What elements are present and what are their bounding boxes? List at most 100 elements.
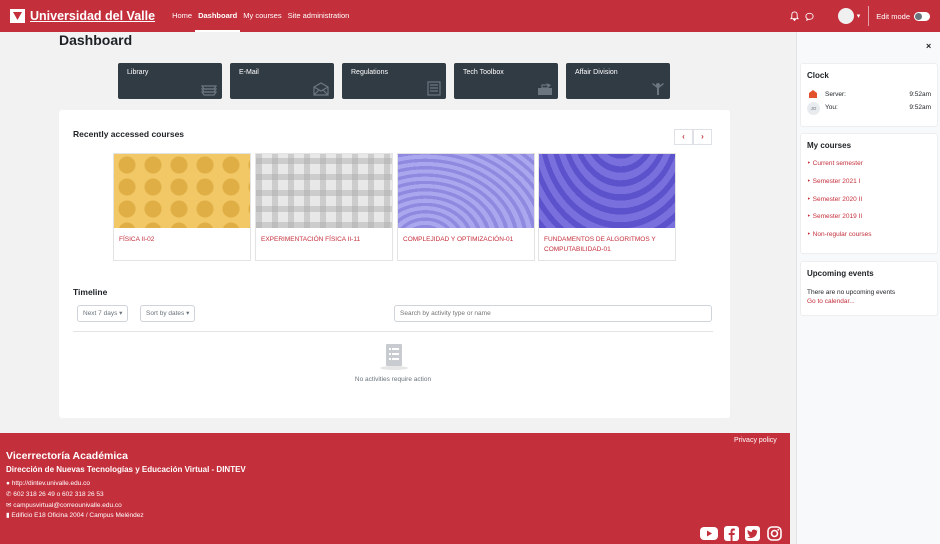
upcoming-events-empty-text: There are no upcoming events — [807, 289, 896, 296]
user-initials-avatar: JO — [807, 102, 820, 115]
tile-label: Affair Division — [575, 69, 618, 76]
globe-icon: ● — [6, 480, 10, 487]
instagram-icon[interactable] — [767, 526, 782, 541]
footer-org-title: Vicerrectoría Académica — [6, 450, 128, 462]
brand-name[interactable]: Universidad del Valle — [30, 9, 155, 23]
recent-courses-title: Recently accessed courses — [73, 129, 185, 139]
go-to-calendar-link[interactable]: Go to calendar... — [807, 298, 855, 305]
youtube-icon[interactable] — [700, 526, 718, 541]
my-courses-item-label[interactable]: Semester 2019 II — [813, 213, 863, 220]
my-courses-block: My courses ‣ Current semester ‣ Semester… — [800, 133, 938, 254]
facebook-icon[interactable] — [724, 526, 739, 541]
empty-activities-icon — [380, 344, 408, 370]
edit-mode-toggle[interactable] — [914, 11, 930, 21]
clock-server-row: Server: 9:52am — [807, 89, 933, 101]
course-card[interactable]: FUNDAMENTOS DE ALGORITMOS Y COMPUTABILID… — [538, 153, 676, 261]
dropdown-value: Next 7 days — [83, 310, 118, 317]
edit-mode-label: Edit mode — [876, 11, 910, 21]
course-name-link[interactable]: EXPERIMENTACIÓN FÍSICA II-11 — [256, 228, 392, 245]
course-name-link[interactable]: FÍSICA II-02 — [114, 228, 250, 245]
nav-site-administration[interactable]: Site administration — [285, 0, 353, 32]
upcoming-events-title: Upcoming events — [807, 269, 874, 278]
user-menu-chevron-down-icon[interactable]: ▾ — [857, 12, 861, 20]
footer-phones: 602 318 26 49 o 602 318 26 53 — [13, 491, 104, 498]
server-label: Server: — [825, 91, 846, 98]
messages-chat-icon[interactable] — [805, 12, 814, 21]
person-arms-raised-icon — [652, 83, 664, 95]
my-courses-title: My courses — [807, 141, 852, 150]
timeline-range-dropdown[interactable]: Next 7 days ▾ — [77, 305, 129, 322]
nav-my-courses[interactable]: My courses — [240, 0, 284, 32]
course-card[interactable]: EXPERIMENTACIÓN FÍSICA II-11 — [255, 153, 393, 261]
footer-phone-row: ✆ 602 318 26 49 o 602 318 26 53 — [6, 490, 104, 498]
navbar-divider — [868, 6, 870, 26]
brand-link[interactable]: Universidad del Valle — [10, 9, 155, 23]
course-name-link[interactable]: FUNDAMENTOS DE ALGORITMOS Y COMPUTABILID… — [539, 228, 675, 255]
my-courses-item[interactable]: ‣ Non-regular courses — [807, 230, 872, 238]
tile-library[interactable]: Library — [118, 63, 222, 99]
timeline-title: Timeline — [73, 287, 108, 297]
server-time: 9:52am — [909, 91, 931, 98]
footer-address-row: ▮ Edificio E18 Oficina 2004 / Campus Mel… — [6, 511, 144, 519]
upcoming-events-block: Upcoming events There are no upcoming ev… — [800, 261, 938, 316]
tile-tech-toolbox[interactable]: Tech Toolbox — [454, 63, 558, 99]
recent-courses-prev-button[interactable]: ‹ — [674, 129, 693, 145]
my-courses-item-label[interactable]: Current semester — [813, 160, 863, 167]
envelope-icon: ✉ — [6, 502, 12, 509]
twitter-icon[interactable] — [745, 526, 760, 541]
course-image[interactable] — [398, 154, 534, 228]
my-courses-item[interactable]: ‣ Semester 2020 II — [807, 195, 862, 203]
building-icon: ▮ — [6, 512, 10, 519]
tile-regulations[interactable]: Regulations — [342, 63, 446, 99]
books-icon — [201, 85, 217, 96]
clock-user-row: JO You: 9:52am — [807, 102, 933, 115]
envelope-icon — [313, 82, 329, 96]
recent-courses-next-button[interactable]: › — [693, 129, 712, 145]
footer-email-row: ✉ campusvirtual@correounivalle.edu.co — [6, 501, 122, 509]
course-image[interactable] — [114, 154, 250, 228]
clock-block: Clock Server: 9:52am JO You: 9:52am — [800, 63, 938, 127]
my-courses-item-label[interactable]: Semester 2020 II — [813, 196, 863, 203]
course-card[interactable]: COMPLEJIDAD Y OPTIMIZACIÓN-01 — [397, 153, 535, 261]
nav-dashboard[interactable]: Dashboard — [195, 0, 241, 32]
nav-home[interactable]: Home — [169, 0, 195, 32]
my-courses-item[interactable]: ‣ Semester 2019 II — [807, 212, 862, 220]
course-card[interactable]: FÍSICA II-02 — [113, 153, 251, 261]
tile-affair-division[interactable]: Affair Division — [566, 63, 670, 99]
you-label: You: — [825, 104, 838, 111]
footer-org-subtitle: Dirección de Nuevas Tecnologías y Educac… — [6, 465, 246, 474]
footer-website-link[interactable]: http://dintev.univalle.edu.co — [12, 480, 90, 487]
course-image[interactable] — [256, 154, 392, 228]
my-courses-item-label[interactable]: Semester 2021 I — [813, 178, 861, 185]
timeline-divider — [73, 331, 713, 332]
course-name-link[interactable]: COMPLEJIDAD Y OPTIMIZACIÓN-01 — [398, 228, 534, 245]
footer-website-row: ● http://dintev.univalle.edu.co — [6, 480, 90, 487]
close-drawer-icon[interactable]: × — [926, 41, 931, 51]
my-courses-item[interactable]: ‣ Semester 2021 I — [807, 177, 860, 185]
timeline-empty-text: No activities require action — [354, 376, 432, 383]
phone-icon: ✆ — [6, 491, 12, 498]
timeline-sort-dropdown[interactable]: Sort by dates ▾ — [140, 305, 196, 322]
user-avatar[interactable] — [837, 8, 854, 24]
list-document-icon — [427, 81, 441, 96]
privacy-policy-link[interactable]: Privacy policy — [734, 437, 777, 444]
tile-label: Library — [127, 69, 149, 76]
tile-email[interactable]: E-Mail — [230, 63, 334, 99]
my-courses-item-label[interactable]: Non-regular courses — [813, 231, 872, 238]
course-image[interactable] — [539, 154, 675, 228]
tile-label: E-Mail — [239, 69, 259, 76]
timeline-search-input[interactable] — [394, 305, 712, 322]
univalle-logo-icon — [10, 9, 25, 23]
footer-address: Edificio E18 Oficina 2004 / Campus Melén… — [11, 512, 144, 519]
tile-label: Tech Toolbox — [463, 69, 504, 76]
footer-email-link[interactable]: campusvirtual@correounivalle.edu.co — [13, 502, 122, 509]
toolbox-icon — [538, 83, 552, 95]
top-navbar: Universidad del Valle Home Dashboard My … — [0, 0, 940, 32]
moodle-server-icon — [809, 90, 817, 98]
notifications-bell-icon[interactable] — [789, 11, 799, 21]
tile-label: Regulations — [351, 69, 388, 76]
my-courses-item[interactable]: ‣ Current semester — [807, 159, 863, 167]
you-time: 9:52am — [909, 104, 931, 111]
primary-navigation: Home Dashboard My courses Site administr… — [169, 0, 352, 32]
page-title: Dashboard — [59, 32, 133, 48]
